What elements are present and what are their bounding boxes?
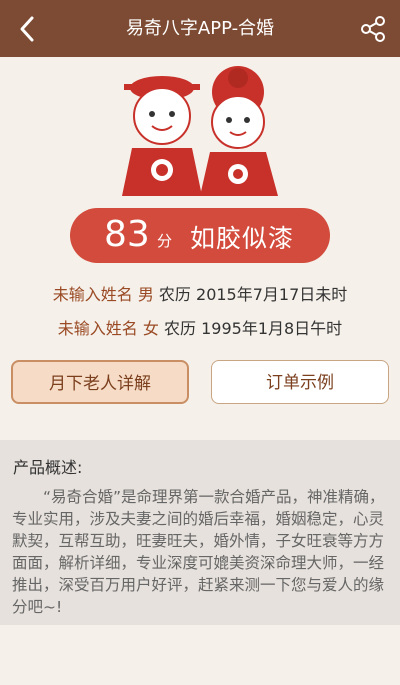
- score-value: 83: [104, 214, 150, 255]
- share-icon[interactable]: [358, 14, 388, 44]
- product-overview-section: 产品概述: “易奇合婚”是命理界第一款合婚产品，神准精确，专业实用，涉及夫妻之间…: [0, 440, 400, 625]
- groom-figure: [122, 76, 202, 196]
- person-gender: 女: [142, 319, 159, 338]
- detail-button[interactable]: 月下老人详解: [11, 360, 189, 404]
- score-unit: 分: [157, 232, 173, 250]
- person-name: 未输入姓名: [57, 319, 138, 338]
- order-example-button[interactable]: 订单示例: [211, 360, 389, 404]
- score-description: 如胶似漆: [190, 224, 295, 253]
- wedding-couple-illustration: [110, 66, 290, 201]
- score-badge: 83 分 如胶似漆: [70, 208, 330, 263]
- person-gender: 男: [137, 285, 154, 304]
- person-birthdate: 农历 2015年7月17日未时: [158, 285, 348, 304]
- person-male-info: 未输入姓名 男 农历 2015年7月17日未时: [0, 281, 400, 305]
- person-female-info: 未输入姓名 女 农历 1995年1月8日午时: [0, 315, 400, 339]
- product-overview-title: 产品概述:: [13, 458, 83, 477]
- bride-figure: [200, 66, 278, 196]
- page-title: 易奇八字APP-合婚: [125, 18, 275, 39]
- app-header: 易奇八字APP-合婚: [0, 0, 400, 57]
- person-birthdate: 农历 1995年1月8日午时: [164, 319, 343, 338]
- person-name: 未输入姓名: [52, 285, 133, 304]
- product-overview-body: “易奇合婚”是命理界第一款合婚产品，神准精确，专业实用，涉及夫妻之间的婚后幸福，…: [12, 488, 385, 616]
